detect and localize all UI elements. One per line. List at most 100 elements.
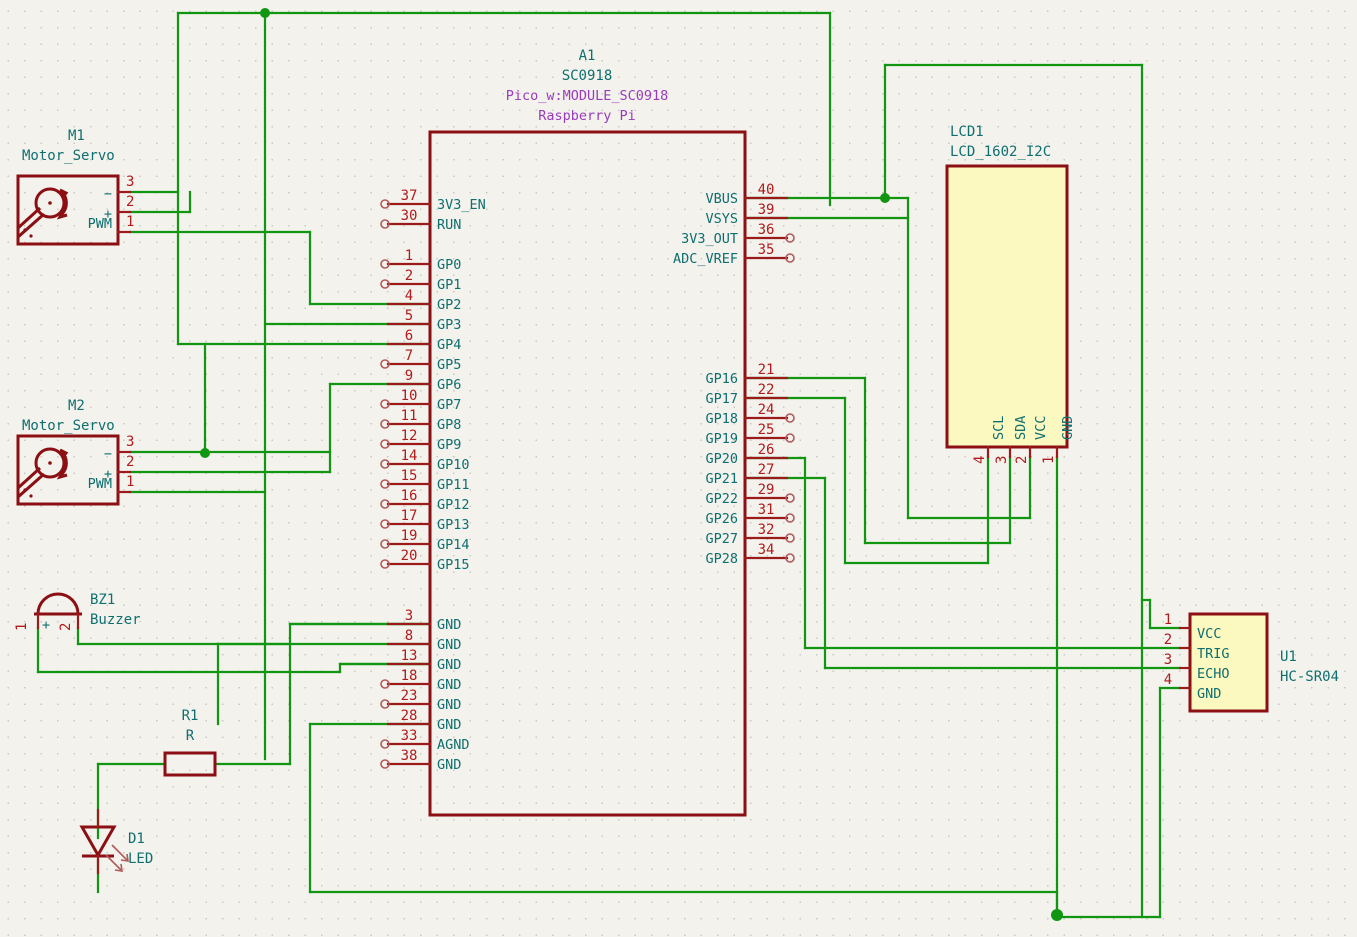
pin-name: SCL [991,416,1007,440]
pin-number: 1 [14,623,30,631]
pin-name: GP10 [437,457,470,473]
pin-number: 38 [401,748,418,764]
pin-name: GP8 [437,417,461,433]
U1-reference: U1 [1280,649,1297,665]
U1-pin-names: VCC TRIG ECHO GND [1197,626,1230,702]
BZ1-reference: BZ1 [90,592,115,608]
pin-number: 4 [1164,672,1172,688]
pin-name: GP3 [437,317,461,333]
pin-name: GND [437,637,461,653]
pin-number: 4 [405,288,413,304]
D1-value: LED [128,851,153,867]
pin-number: 40 [758,182,775,198]
pin-number: 2 [58,623,74,631]
pin-name: GP12 [437,497,470,513]
pin-number: 18 [401,668,418,684]
pin-number: 21 [758,362,775,378]
pin-number: 5 [405,308,413,324]
BZ1-value: Buzzer [90,612,141,628]
pin-number: 3 [1164,652,1172,668]
pin-number: 23 [401,688,418,704]
pin-number: 19 [401,528,418,544]
pin-number: 29 [758,482,775,498]
pin-name: GP16 [705,371,738,387]
pin-name: ADC_VREF [673,251,738,267]
D1-reference: D1 [128,831,145,847]
pin-name: GP9 [437,437,461,453]
pin-number: 3 [405,608,413,624]
pin-name: GND [437,697,461,713]
pin-number: 2 [1164,632,1172,648]
pin-number: 24 [758,402,775,418]
pin-number: 1 [126,214,134,230]
pin-name: GP5 [437,357,461,373]
pin-name: − [104,186,112,202]
U1-pin-numbers: 1 2 3 4 [1164,612,1172,688]
pin-number: 37 [401,188,418,204]
pin-number: 2 [126,194,134,210]
A1-right-pin-numbers: 40 39 36 35 21 22 24 25 26 27 29 31 32 3… [758,182,775,558]
pin-number: 17 [401,508,418,524]
M1-value: Motor_Servo [22,148,115,164]
LCD1-reference: LCD1 [950,124,984,140]
pin-name: GND [437,617,461,633]
pin-name: GP7 [437,397,461,413]
pin-name: GND [437,677,461,693]
U1-value: HC-SR04 [1280,669,1339,685]
pin-name: GP27 [705,531,738,547]
pin-name: GND [437,717,461,733]
pin-number: 1 [405,248,413,264]
pin-name: GP4 [437,337,461,353]
pin-name: GP21 [705,471,738,487]
pin-number: 16 [401,488,418,504]
A1-right-pin-names: VBUS VSYS 3V3_OUT ADC_VREF GP16 GP17 GP1… [673,191,738,567]
pin-number: 2 [1014,456,1030,464]
pin-name: VSYS [705,211,738,227]
pin-number: 12 [401,428,418,444]
pin-name: GP0 [437,257,461,273]
pin-number: 7 [405,348,413,364]
pin-name: AGND [437,737,470,753]
pin-name: GP19 [705,431,738,447]
pin-name: RUN [437,217,461,233]
pin-name: TRIG [1197,646,1230,662]
pin-number: 26 [758,442,775,458]
pin-name: GP1 [437,277,461,293]
pin-number: 1 [1041,456,1057,464]
pin-name: GP22 [705,491,738,507]
pin-name: GP14 [437,537,470,553]
A1-manufacturer: Raspberry Pi [538,108,636,124]
pin-number: 36 [758,222,775,238]
A1-value: SC0918 [562,68,613,84]
LCD1-value: LCD_1602_I2C [950,144,1051,160]
pin-name: GP13 [437,517,470,533]
pin-number: 31 [758,502,775,518]
schematic-canvas: A1 SC0918 Pico_w:MODULE_SC0918 Raspberry… [0,0,1357,937]
A1-footprint: Pico_w:MODULE_SC0918 [506,88,669,104]
M2-reference: M2 [68,398,85,414]
pin-name: ECHO [1197,666,1230,682]
pin-number: 2 [126,454,134,470]
pin-number: 13 [401,648,418,664]
pin-name: GP6 [437,377,461,393]
pin-name: GP17 [705,391,738,407]
pin-name: 3V3_OUT [681,231,738,247]
pin-number: 30 [401,208,418,224]
pin-name: 3V3_EN [437,197,486,213]
pin-name: GP26 [705,511,738,527]
pin-number: 33 [401,728,418,744]
pin-number: 34 [758,542,775,558]
pin-number: 4 [972,456,988,464]
pin-number: 11 [401,408,418,424]
A1-left-pin-names: 3V3_EN RUN GP0 GP1 GP2 GP3 GP4 GP5 GP6 G… [437,197,486,773]
pin-name: VCC [1033,416,1049,440]
pin-number: 32 [758,522,775,538]
pin-number: 9 [405,368,413,384]
LCD1-pin-numbers: 4 3 2 1 [972,456,1057,464]
pin-number: 6 [405,328,413,344]
pin-name: PWM [88,216,112,232]
pin-number: 27 [758,462,775,478]
pin-number: 1 [1164,612,1172,628]
pin-name: GP11 [437,477,470,493]
LCD1-pin-names: SCL SDA VCC GND [991,416,1076,440]
